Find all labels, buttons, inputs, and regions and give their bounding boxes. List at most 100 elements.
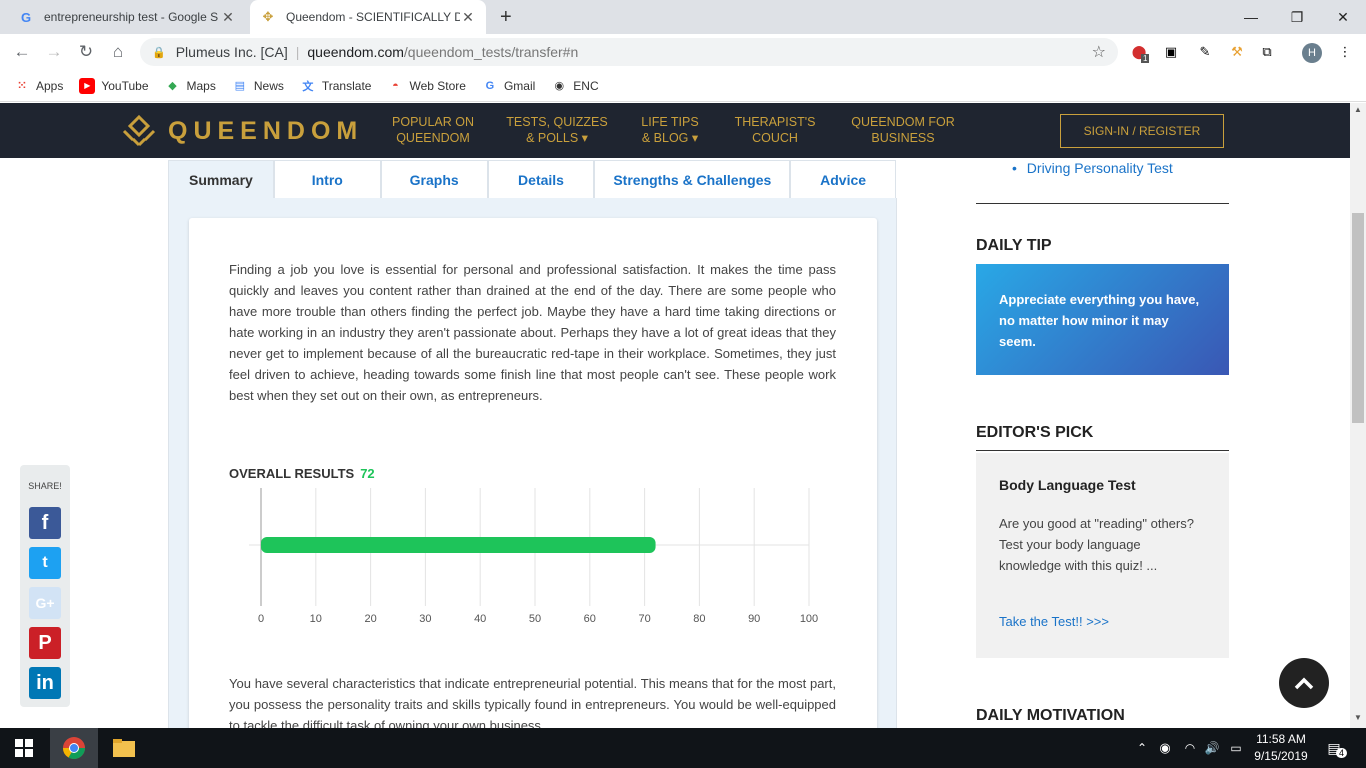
- daily-motivation-heading: DAILY MOTIVATION: [976, 707, 1125, 724]
- facebook-share-button[interactable]: f: [29, 507, 61, 539]
- page-scrollbar[interactable]: ▲ ▼: [1350, 103, 1366, 728]
- pick-title: Body Language Test: [999, 477, 1136, 493]
- back-icon[interactable]: ←: [10, 40, 34, 64]
- file-explorer-icon[interactable]: [100, 728, 148, 768]
- tab-title: Queendom - SCIENTIFICALLY DE: [286, 10, 460, 24]
- taskbar-clock[interactable]: 11:58 AM 9/15/2019: [1248, 731, 1314, 765]
- x-tick-label: 100: [800, 613, 818, 625]
- minimize-button[interactable]: —: [1228, 0, 1274, 34]
- reload-icon[interactable]: ↻: [74, 40, 98, 64]
- x-tick-label: 40: [474, 613, 486, 625]
- x-tick-label: 90: [748, 613, 760, 625]
- linkedin-share-button[interactable]: in: [29, 667, 61, 699]
- overall-results: OVERALL RESULTS 72: [229, 466, 375, 481]
- chrome-taskbar-icon[interactable]: [50, 728, 98, 768]
- x-tick-label: 10: [310, 613, 322, 625]
- translate-icon: 文: [302, 80, 314, 93]
- home-icon[interactable]: ⌂: [106, 40, 130, 64]
- nav-popular[interactable]: POPULAR ON QUEENDOM: [388, 114, 478, 146]
- tab-summary[interactable]: Summary: [168, 160, 274, 199]
- daily-tip-box: Appreciate everything you have, no matte…: [976, 264, 1229, 375]
- browser-tab-queendom[interactable]: ✥ Queendom - SCIENTIFICALLY DE ✕: [250, 0, 486, 34]
- bookmark-label: News: [253, 78, 284, 93]
- bookmark-label: Apps: [36, 78, 64, 93]
- bookmark-web-store[interactable]: ◓ Web Store: [387, 78, 466, 94]
- browser-tab-google[interactable]: G entrepreneurship test - Google S ✕: [8, 0, 246, 34]
- hammer-extension-icon[interactable]: ⚒: [1228, 43, 1246, 61]
- daily-tip-text: Appreciate everything you have, no matte…: [999, 292, 1200, 349]
- bookmark-gmail[interactable]: G Gmail: [482, 78, 536, 94]
- tab-advice[interactable]: Advice: [790, 160, 897, 199]
- result-bar: [261, 537, 656, 553]
- bookmark-star-icon[interactable]: ☆: [1092, 42, 1106, 62]
- tab-strengths-challenges[interactable]: Strengths & Challenges: [594, 160, 791, 199]
- nav-business[interactable]: QUEENDOM FOR BUSINESS: [845, 114, 961, 146]
- volume-icon[interactable]: 🔊: [1202, 728, 1222, 768]
- queendom-logo[interactable]: QUEENDOM: [120, 115, 363, 147]
- close-window-button[interactable]: ✕: [1320, 0, 1366, 34]
- back-to-top-button[interactable]: [1279, 658, 1329, 708]
- globe-icon: ◉: [554, 80, 565, 92]
- extension-icon[interactable]: ▣: [1162, 43, 1180, 61]
- divider: [976, 203, 1229, 204]
- cast-extension-icon[interactable]: ⧉: [1258, 43, 1276, 61]
- web-store-icon: ◓: [392, 79, 399, 92]
- windows-start-icon[interactable]: [0, 728, 48, 768]
- queendom-icon: ✥: [262, 9, 274, 24]
- browser-tab-strip: G entrepreneurship test - Google S ✕ ✥ Q…: [0, 0, 1366, 34]
- close-tab-icon[interactable]: ✕: [220, 9, 236, 26]
- sidebar-link-driving[interactable]: • Driving Personality Test: [1012, 160, 1173, 176]
- google-icon: G: [20, 9, 32, 25]
- tab-details[interactable]: Details: [487, 160, 595, 199]
- new-tab-button[interactable]: +: [500, 6, 512, 29]
- nav-life-tips[interactable]: LIFE TIPS & BLOG ▾: [632, 114, 708, 146]
- address-separator: |: [295, 44, 300, 60]
- record-icon[interactable]: ◉: [1155, 728, 1175, 768]
- signin-register-button[interactable]: SIGN-IN / REGISTER: [1060, 114, 1224, 148]
- windows-taskbar: ⌃ ◉ ◠ 🔊 ▭ 11:58 AM 9/15/2019 ▤ 4: [0, 728, 1366, 768]
- bookmark-maps[interactable]: ◆ Maps: [165, 78, 216, 94]
- nav-line: QUEENDOM FOR: [851, 115, 955, 129]
- scroll-down-arrow[interactable]: ▼: [1350, 713, 1366, 727]
- twitter-share-button[interactable]: t: [29, 547, 61, 579]
- forward-icon[interactable]: →: [42, 40, 66, 64]
- nav-therapist[interactable]: THERAPIST'S COUCH: [730, 114, 820, 146]
- tab-title: entrepreneurship test - Google S: [44, 10, 219, 24]
- tab-intro[interactable]: Intro: [273, 160, 381, 199]
- nav-line: & POLLS ▾: [526, 131, 588, 145]
- lock-icon: 🔒: [152, 46, 166, 59]
- bookmark-news[interactable]: ▤ News: [232, 78, 284, 94]
- scrollbar-thumb[interactable]: [1352, 213, 1364, 423]
- take-test-link[interactable]: Take the Test!! >>>: [999, 614, 1109, 629]
- bookmark-translate[interactable]: 文 Translate: [300, 78, 371, 94]
- bookmark-label: Gmail: [503, 78, 536, 93]
- eyedropper-extension-icon[interactable]: ✎: [1196, 43, 1214, 61]
- bookmark-apps[interactable]: ⁙ Apps: [14, 78, 63, 94]
- news-icon: ▤: [234, 80, 246, 92]
- pinterest-share-button[interactable]: P: [29, 627, 61, 659]
- bookmark-label: ENC: [573, 78, 599, 93]
- site-header: QUEENDOM POPULAR ON QUEENDOM TESTS, QUIZZ…: [0, 103, 1350, 158]
- nav-line: COUCH: [752, 131, 798, 145]
- close-tab-icon[interactable]: ✕: [460, 9, 476, 26]
- bookmark-enc[interactable]: ◉ ENC: [551, 78, 598, 94]
- bookmark-label: Maps: [186, 78, 216, 93]
- apps-grid-icon: ⁙: [17, 80, 27, 92]
- bookmark-youtube[interactable]: ▶ YouTube: [79, 77, 149, 94]
- nav-line: BUSINESS: [871, 131, 935, 145]
- show-hidden-icons[interactable]: ⌃: [1132, 728, 1152, 768]
- restore-button[interactable]: ❐: [1274, 0, 1320, 34]
- address-bar[interactable]: 🔒 Plumeus Inc. [CA] | queendom.com /quee…: [140, 38, 1118, 66]
- summary-card: Finding a job you love is essential for …: [189, 218, 877, 728]
- google-plus-share-button[interactable]: G+: [29, 587, 61, 619]
- profile-avatar[interactable]: H: [1302, 43, 1322, 63]
- wifi-icon[interactable]: ◠: [1180, 728, 1200, 768]
- scroll-up-arrow[interactable]: ▲: [1350, 105, 1366, 119]
- editors-pick-heading: EDITOR'S PICK: [976, 424, 1094, 441]
- nav-tests[interactable]: TESTS, QUIZZES & POLLS ▾: [505, 114, 609, 146]
- battery-icon[interactable]: ▭: [1226, 728, 1246, 768]
- nav-line: & BLOG ▾: [641, 131, 699, 145]
- clock-date: 9/15/2019: [1254, 749, 1308, 763]
- tab-graphs[interactable]: Graphs: [380, 160, 488, 199]
- menu-kebab-icon[interactable]: ⋮: [1336, 43, 1354, 61]
